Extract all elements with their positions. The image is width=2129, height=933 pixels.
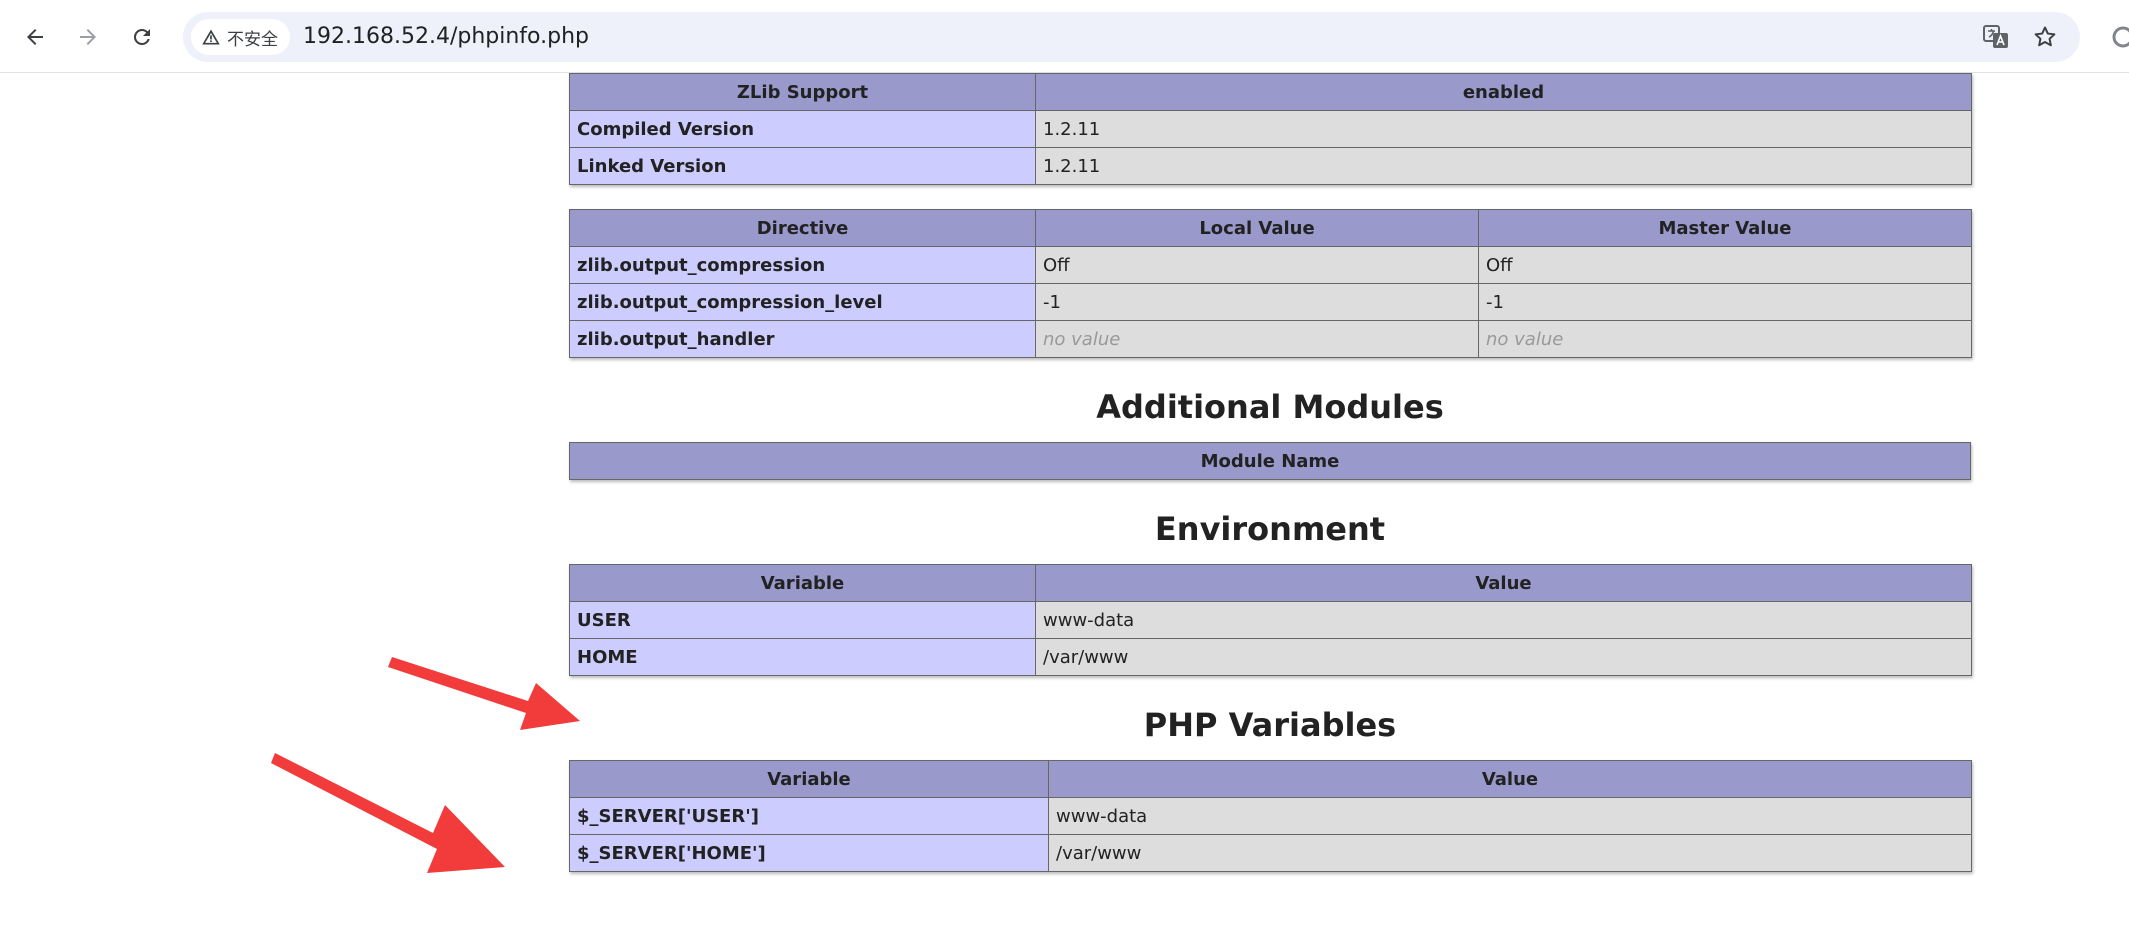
column-header: Local Value [1035, 209, 1479, 247]
table-row: HOME /var/www [569, 638, 1972, 676]
column-header: Master Value [1478, 209, 1972, 247]
red-arrow-icon [271, 753, 505, 873]
environment-table: Variable Value USER www-data HOME /var/w… [569, 564, 1972, 676]
variable-value: /var/www [1035, 638, 1972, 676]
section-title-additional-modules: Additional Modules [1096, 388, 1444, 426]
variable-value: www-data [1048, 797, 1972, 835]
directive-name: zlib.output_compression_level [569, 283, 1036, 321]
directive-name: zlib.output_compression [569, 246, 1036, 284]
table-row: $_SERVER['USER'] www-data [569, 797, 1972, 835]
table-header-row: Variable Value [569, 760, 1972, 798]
arrow-left-icon [27, 29, 43, 45]
column-header: Value [1035, 564, 1972, 602]
table-row: $_SERVER['HOME'] /var/www [569, 834, 1972, 872]
php-variables-table: Variable Value $_SERVER['USER'] www-data… [569, 760, 1972, 872]
reload-button[interactable] [122, 17, 162, 57]
variable-name: $_SERVER['HOME'] [569, 834, 1049, 872]
table-header-row: Variable Value [569, 564, 1972, 602]
section-title-php-variables: PHP Variables [1143, 706, 1397, 744]
column-header: Directive [569, 209, 1036, 247]
address-bar[interactable]: 不安全 192.168.52.4/phpinfo.php [183, 12, 2080, 62]
column-header: Module Name [569, 442, 1971, 480]
variable-name: $_SERVER['USER'] [569, 797, 1049, 835]
row-label: Linked Version [569, 147, 1036, 185]
local-value: -1 [1035, 283, 1479, 321]
row-value: 1.2.11 [1035, 147, 1972, 185]
row-label: Compiled Version [569, 110, 1036, 148]
local-value: no value [1035, 320, 1479, 358]
zlib-directives-table: Directive Local Value Master Value zlib.… [569, 209, 1972, 358]
zlib-support-table: ZLib Support enabled Compiled Version 1.… [569, 73, 1972, 185]
table-header-row: Directive Local Value Master Value [569, 209, 1972, 247]
additional-modules-table: Module Name [569, 442, 1971, 480]
master-value: -1 [1478, 283, 1972, 321]
row-value: 1.2.11 [1035, 110, 1972, 148]
table-row: zlib.output_compression_level -1 -1 [569, 283, 1972, 321]
profile-button[interactable] [2108, 24, 2129, 54]
browser-toolbar: 不安全 192.168.52.4/phpinfo.php [0, 0, 2129, 73]
table-row: zlib.output_handler no value no value [569, 320, 1972, 358]
column-header: Variable [569, 564, 1036, 602]
translate-icon [1983, 25, 2008, 48]
table-row: USER www-data [569, 601, 1972, 639]
url-text[interactable]: 192.168.52.4/phpinfo.php [303, 12, 589, 62]
reload-icon [133, 28, 150, 45]
forward-button[interactable] [68, 17, 108, 57]
arrow-right-icon [80, 29, 96, 45]
column-header: Value [1048, 760, 1972, 798]
table-header-row: Module Name [569, 442, 1971, 480]
directive-name: zlib.output_handler [569, 320, 1036, 358]
column-header: enabled [1035, 73, 1972, 111]
master-value: Off [1478, 246, 1972, 284]
table-row: Linked Version 1.2.11 [569, 147, 1972, 185]
master-value: no value [1478, 320, 1972, 358]
section-title-environment: Environment [1154, 510, 1386, 548]
phpinfo-content: ZLib Support enabled Compiled Version 1.… [569, 73, 1972, 896]
table-header-row: ZLib Support enabled [569, 73, 1972, 111]
translate-button[interactable] [1980, 21, 2012, 53]
profile-ring-icon [2112, 26, 2129, 48]
bookmark-button[interactable] [2029, 21, 2061, 53]
local-value: Off [1035, 246, 1479, 284]
variable-name: USER [569, 601, 1036, 639]
back-button[interactable] [15, 17, 55, 57]
column-header: Variable [569, 760, 1049, 798]
warning-triangle-icon [202, 29, 220, 45]
star-icon [2034, 26, 2056, 47]
variable-name: HOME [569, 638, 1036, 676]
variable-value: www-data [1035, 601, 1972, 639]
security-chip-label: 不安全 [227, 29, 278, 50]
table-row: Compiled Version 1.2.11 [569, 110, 1972, 148]
security-chip[interactable]: 不安全 [191, 19, 290, 55]
variable-value: /var/www [1048, 834, 1972, 872]
column-header: ZLib Support [569, 73, 1036, 111]
table-row: zlib.output_compression Off Off [569, 246, 1972, 284]
red-arrow-icon [388, 657, 580, 730]
